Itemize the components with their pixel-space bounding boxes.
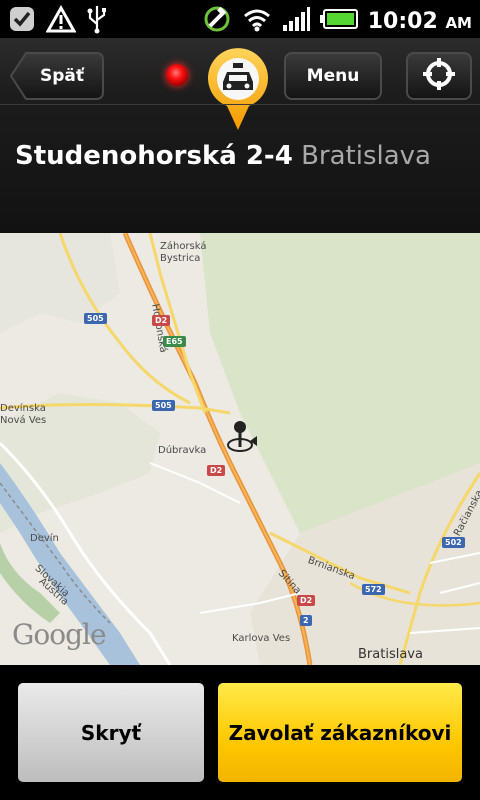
back-button[interactable]: Späť bbox=[10, 52, 104, 100]
road-shield-505: 505 bbox=[84, 313, 107, 324]
map-label-bratislava: Bratislava bbox=[358, 647, 423, 662]
menu-button-label: Menu bbox=[306, 66, 360, 86]
call-customer-button-label: Zavolať zákazníkovi bbox=[228, 720, 452, 745]
signal-icon bbox=[282, 6, 310, 36]
status-led bbox=[166, 64, 188, 86]
map-label-devinska-nova-ves: Devínska Nová Ves bbox=[0, 403, 47, 426]
road-shield-d2: D2 bbox=[207, 465, 226, 476]
header: Späť Menu Studenohorská 2-4 Bratislava bbox=[0, 38, 480, 233]
map-label-zahorska-bystrica: Záhorská Bystrica bbox=[160, 241, 207, 264]
bottom-bar: Skryť Zavolať zákazníkovi bbox=[0, 665, 480, 800]
google-attribution: Google bbox=[12, 618, 107, 651]
back-button-label: Späť bbox=[40, 66, 85, 86]
call-customer-button[interactable]: Zavolať zákazníkovi bbox=[218, 683, 462, 782]
battery-icon bbox=[319, 9, 358, 33]
road-shield-2: 2 bbox=[300, 615, 312, 626]
gps-satellite-icon bbox=[202, 4, 232, 38]
road-shield-d2: D2 bbox=[297, 595, 316, 606]
hide-button-label: Skryť bbox=[80, 720, 142, 745]
status-bar: 10:02 AM bbox=[0, 0, 480, 38]
header-divider bbox=[0, 104, 480, 105]
clock-time: 10:02 bbox=[367, 8, 438, 34]
address-city: Bratislava bbox=[301, 141, 431, 171]
road-shield-d2: D2 bbox=[152, 315, 171, 326]
wifi-icon bbox=[242, 6, 272, 36]
clock-ampm: AM bbox=[445, 13, 472, 32]
road-shield-572: 572 bbox=[362, 584, 385, 595]
map-label-dubravka: Dúbravka bbox=[158, 445, 207, 456]
hide-button[interactable]: Skryť bbox=[18, 683, 204, 782]
map-label-karlova-ves: Karlova Ves bbox=[232, 633, 291, 644]
locate-button[interactable] bbox=[406, 52, 472, 100]
road-shield-e65: E65 bbox=[163, 336, 186, 347]
warning-icon bbox=[45, 4, 77, 37]
map-view[interactable]: Záhorská Bystrica Hodonská Devínska Nová… bbox=[0, 233, 480, 665]
taxi-pin-icon[interactable] bbox=[205, 46, 271, 132]
address-street: Studenohorská 2-4 bbox=[15, 141, 293, 171]
check-notification-icon bbox=[8, 5, 36, 37]
road-shield-502: 502 bbox=[442, 537, 465, 548]
menu-button[interactable]: Menu bbox=[284, 52, 382, 100]
address: Studenohorská 2-4 Bratislava bbox=[15, 141, 431, 171]
clock: 10:02 AM bbox=[368, 9, 472, 34]
usb-icon bbox=[86, 4, 108, 38]
road-shield-505: 505 bbox=[152, 400, 175, 411]
crosshair-icon bbox=[422, 57, 456, 95]
map-label-devin: Devín bbox=[30, 533, 59, 544]
